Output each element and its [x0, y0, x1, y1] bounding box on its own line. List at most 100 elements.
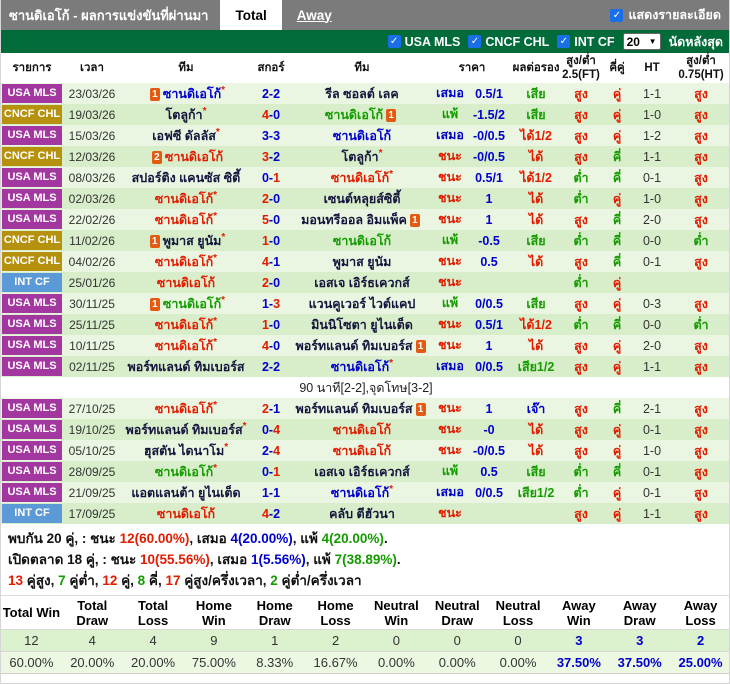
halftime-score-cell: 1-0 [633, 188, 672, 209]
over-under-ft-cell: สูง [561, 293, 602, 314]
away-team: เซนต์หลุยส์ซิตี้ [291, 188, 433, 209]
score-part: 0 [273, 338, 281, 353]
summary-segment: 10(55.56%) [140, 552, 210, 567]
halftime-score-cell [633, 272, 672, 293]
summary-segment: 7(38.89%) [334, 552, 397, 567]
score-cell: 3-3 [251, 125, 291, 146]
score-part: 0 [273, 212, 281, 227]
show-details-toggle[interactable]: ✓ แสดงรายละเอียด [610, 0, 729, 30]
league-badge: USA MLS [2, 294, 62, 313]
match-date: 11/02/26 [63, 230, 121, 251]
tab-away[interactable]: Away [282, 0, 347, 30]
league-badge: USA MLS [2, 420, 62, 439]
result-cell: เสมอ [433, 125, 467, 146]
stats-table: Total Win Total Draw Total Loss Home Win Hom… [1, 595, 729, 674]
score-part: 2 [261, 401, 269, 416]
summary-segment: 2 [270, 573, 278, 588]
over-under-ft-cell: ต่ำ [561, 167, 602, 188]
summary-segment: 13 [8, 573, 24, 588]
league-cell: USA MLS [1, 419, 63, 440]
favorite-star-icon: * [389, 483, 394, 495]
league-filter-usa-mls[interactable]: ✓ USA MLS [387, 35, 460, 49]
odds-cell [467, 272, 512, 293]
summary-segment: 4(20.00%) [230, 531, 293, 546]
tab-total[interactable]: Total [220, 0, 282, 30]
match-date: 23/03/26 [63, 83, 121, 104]
handicap-result-cell: ได้ [511, 209, 562, 230]
score-part: 0 [273, 107, 281, 122]
halftime-score-cell: 2-0 [633, 335, 672, 356]
over-under-ht-cell: สูง [671, 209, 729, 230]
result-cell: เสมอ [433, 356, 467, 377]
checkbox-checked-icon[interactable]: ✓ [387, 35, 401, 48]
team-name: พอร์ทแลนด์ ทิมเบอร์ส [125, 422, 243, 437]
results-table-header: รายการ เวลา ทีม สกอร์ ทีม ราคา ผลต่อรอง สูง/ต่ำ… [1, 53, 729, 83]
penalty-note-text: 90 นาที[2-2],จุดโทษ[3-2] [1, 377, 729, 398]
checkbox-checked-icon[interactable]: ✓ [557, 35, 571, 48]
column-header: ทีม [121, 53, 251, 83]
halftime-score-cell: 0-1 [633, 461, 672, 482]
over-under-ht-cell: สูง [671, 293, 729, 314]
odds-cell: -0/0.5 [467, 125, 512, 146]
over-under-ft-cell: สูง [561, 356, 602, 377]
team-name: สปอร์ติง แคนซัส ซิตี้ [131, 170, 241, 185]
home-team: 1 ซานดิเอโก้* [121, 83, 251, 104]
team-name: ซานดิเอโก้ [154, 212, 214, 227]
league-cell: USA MLS [1, 125, 63, 146]
over-under-ht-cell: สูง [671, 188, 729, 209]
match-count-label: นัดหลังสุด [668, 34, 723, 49]
score-part: 0 [273, 275, 281, 290]
home-team: ซานดิเอโก้* [121, 335, 251, 356]
halftime-score-cell: 1-0 [633, 440, 672, 461]
handicap-result-cell: เสีย [511, 83, 562, 104]
match-row: USA MLS 10/11/25 ซานดิเอโก้* 4-0 พอร์ทแลนด์ … [1, 335, 729, 356]
match-count-select[interactable]: 20 ▼ [622, 33, 661, 50]
over-under-ht-cell: สูง [671, 356, 729, 377]
handicap-result-cell: ได้ [511, 188, 562, 209]
favorite-star-icon: * [242, 420, 247, 432]
handicap-result-cell: เสีย [511, 461, 562, 482]
league-badge: USA MLS [2, 336, 62, 355]
summary-segment: 1(5.56%) [250, 552, 306, 567]
team-name: ซานดิเอโก้ [154, 338, 214, 353]
away-team: เอสเจ เอิร์ธเควกส์ [291, 272, 433, 293]
checkbox-checked-icon[interactable]: ✓ [468, 35, 482, 48]
team-name: แอตแลนต้า ยูไนเต็ด [131, 485, 241, 500]
match-row: USA MLS 30/11/25 1 ซานดิเอโก้* 1-3 แวนคูเวอร์… [1, 293, 729, 314]
team-name: คลับ ตีฮัวนา [329, 506, 395, 521]
checkbox-checked-icon[interactable]: ✓ [610, 8, 624, 22]
match-date: 05/10/25 [63, 440, 121, 461]
odds-cell: -0 [467, 419, 512, 440]
summary-segment: , แพ้ [292, 531, 322, 546]
score-part: 0 [273, 191, 281, 206]
league-badge: USA MLS [2, 168, 62, 187]
team-name: พอร์ทแลนด์ ทิมเบอร์ส [127, 359, 245, 374]
score-part: 4 [273, 422, 281, 437]
column-header: รายการ [1, 53, 63, 83]
league-badge: CNCF CHL [2, 231, 62, 250]
over-under-ht-cell: สูง [671, 251, 729, 272]
column-header: สูง/ต่ำ 2.5(FT) [561, 53, 602, 83]
match-date: 21/09/25 [63, 482, 121, 503]
match-row: USA MLS 02/11/25 พอร์ทแลนด์ ทิมเบอร์ส 2-2 ซา… [1, 356, 729, 377]
over-under-ft-cell: สูง [561, 440, 602, 461]
team-name: พูมาส ยูนัม [162, 233, 222, 248]
league-badge: CNCF CHL [2, 105, 62, 124]
over-under-ht-cell [671, 272, 729, 293]
league-filter-int-cf[interactable]: ✓ INT CF [557, 35, 615, 49]
stats-count-cell: 0 [426, 629, 488, 652]
favorite-star-icon: * [213, 315, 218, 327]
league-cell: CNCF CHL [1, 104, 63, 125]
odds-cell: 1 [467, 188, 512, 209]
home-team: ซานดิเอโก้* [121, 461, 251, 482]
odds-cell: -0/0.5 [467, 440, 512, 461]
handicap-result-cell: เสีย [511, 104, 562, 125]
league-cell: INT CF [1, 503, 63, 524]
stats-header-row: Total Win Total Draw Total Loss Home Win Hom… [1, 595, 729, 630]
result-cell: ชนะ [433, 419, 467, 440]
league-filter-cncf-chl[interactable]: ✓ CNCF CHL [468, 35, 549, 49]
odds-cell: 0.5 [467, 251, 512, 272]
team-name: มินนิโซตา ยูไนเต็ด [311, 317, 413, 332]
stats-count-cell: 1 [244, 629, 306, 652]
match-date: 02/03/26 [63, 188, 121, 209]
